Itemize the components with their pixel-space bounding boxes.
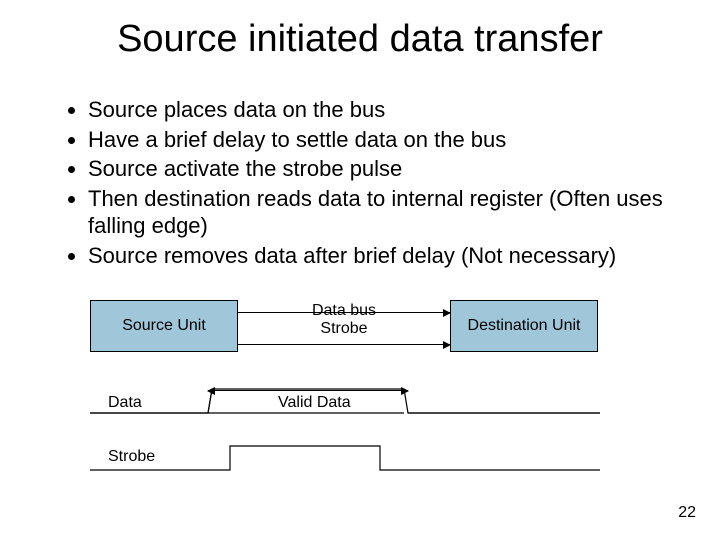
slide-title: Source initiated data transfer [0, 18, 720, 61]
bus-labels: Data bus Strobe [238, 302, 450, 339]
bullet-item: Source places data on the bus [88, 96, 670, 124]
strobe-waveform [90, 440, 600, 476]
bullet-list: Source places data on the bus Have a bri… [60, 96, 670, 271]
bullet-item: Then destination reads data to internal … [88, 185, 670, 240]
page-number: 22 [678, 504, 696, 522]
strobe-bus-arrow [238, 344, 450, 345]
destination-unit-box: Destination Unit [450, 300, 598, 352]
data-waveform [90, 380, 600, 420]
slide: Source initiated data transfer Source pl… [0, 0, 720, 540]
strobe-bus-label: Strobe [238, 320, 450, 338]
source-unit-box: Source Unit [90, 300, 238, 352]
bullet-item: Have a brief delay to settle data on the… [88, 126, 670, 154]
data-bus-arrow [238, 312, 450, 313]
bullet-item: Source activate the strobe pulse [88, 155, 670, 183]
diagram: Source Unit Destination Unit Data bus St… [90, 300, 630, 480]
bullet-item: Source removes data after brief delay (N… [88, 242, 670, 270]
